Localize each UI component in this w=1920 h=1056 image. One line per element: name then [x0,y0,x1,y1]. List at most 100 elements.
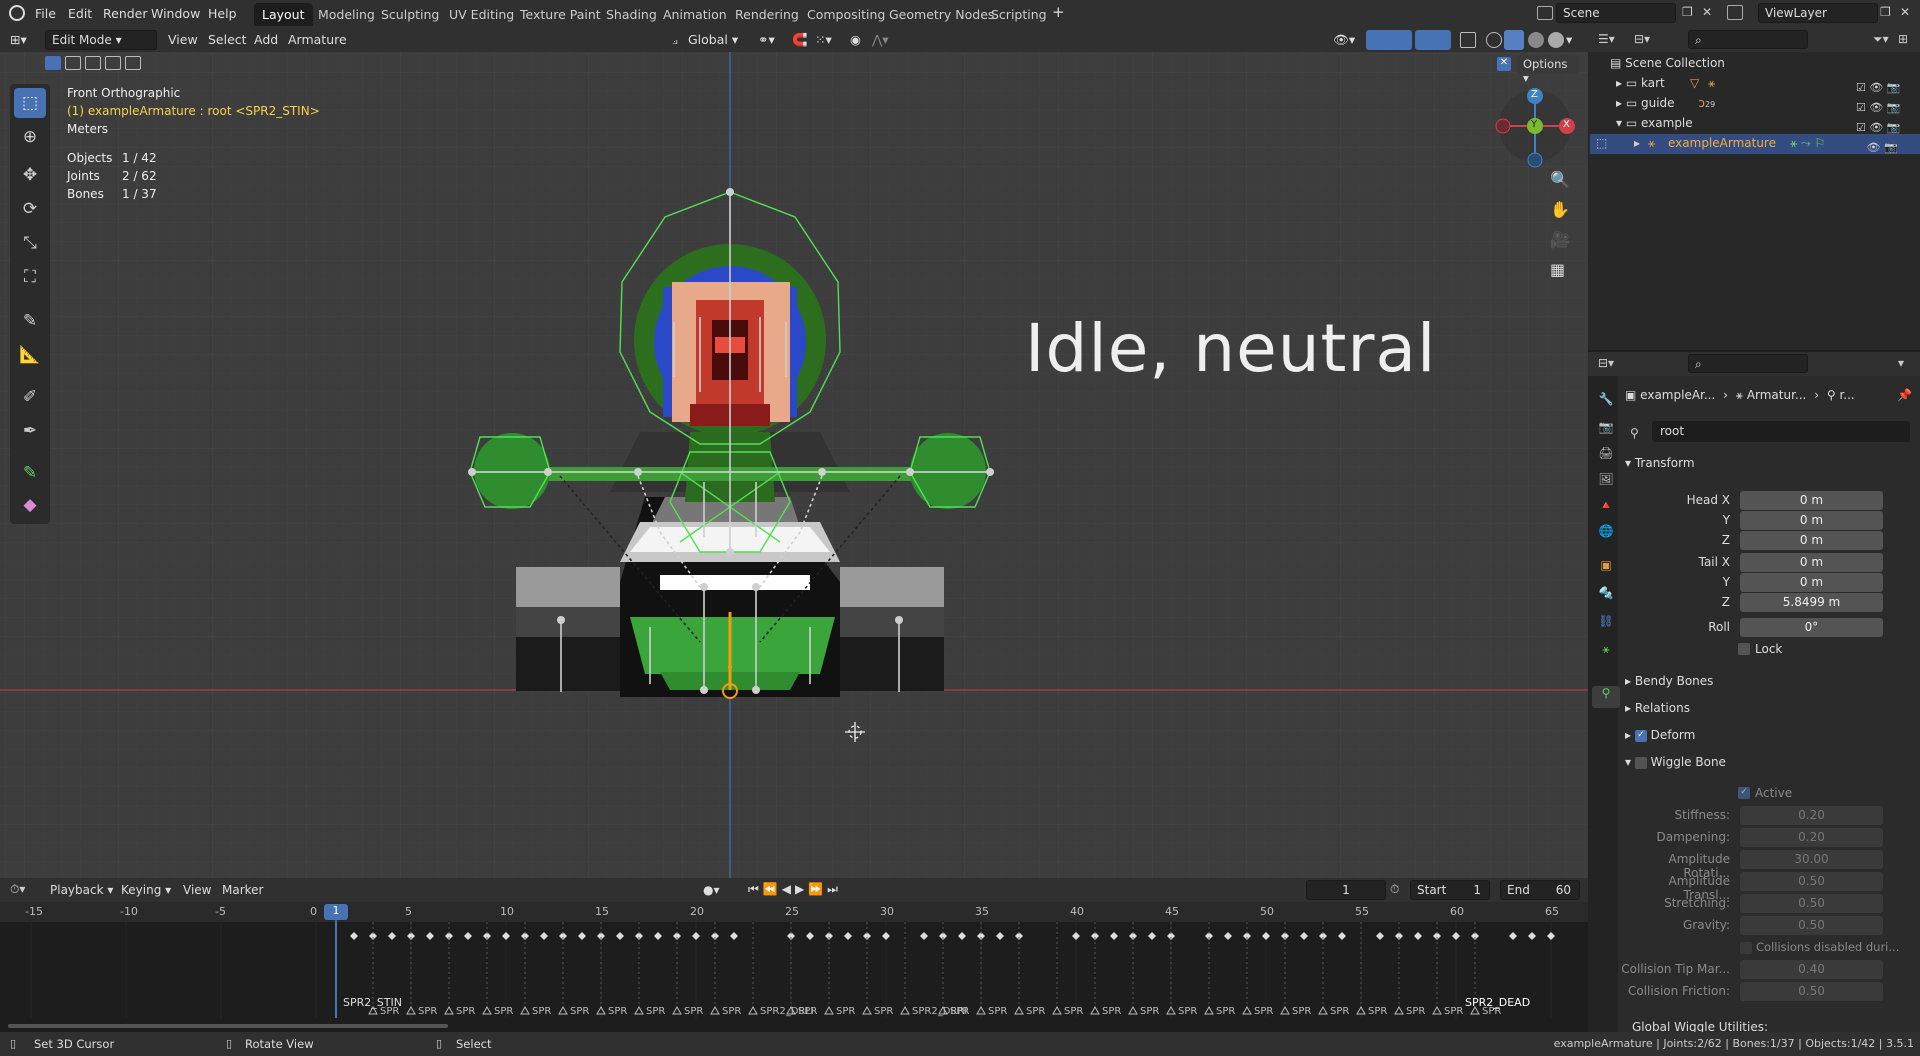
new-scene-icon[interactable]: ❐ [1682,5,1693,19]
marker-menu[interactable]: Marker [222,883,263,897]
cursor-tool-icon[interactable]: ⊕ [14,122,46,152]
select-invert-icon[interactable] [105,56,121,70]
marker-triangle[interactable] [1204,1005,1214,1015]
menu-window[interactable]: Window [151,6,200,21]
keyframe-diamond[interactable] [1072,932,1080,940]
keyframe-diamond[interactable] [578,932,586,940]
shading-options-icon[interactable]: ▾ [1566,32,1572,47]
frame-ruler[interactable]: -15 -10 -5 0 5 10 15 20 25 30 35 40 45 50 55 60 65 [0,902,1588,922]
move-tool-icon[interactable]: ✥ [14,160,46,190]
stiffness-field[interactable]: 0.20 [1740,806,1883,825]
relations-panel-header[interactable]: ▸ Relations [1625,701,1910,723]
pan-hand-icon[interactable]: ✋ [1550,200,1576,230]
amplitude-rotation-field[interactable]: 30.00 [1740,850,1883,869]
keyframe-diamond[interactable] [730,932,738,940]
select-intersect-icon[interactable] [125,56,141,70]
snap-icon[interactable]: 🧲 [792,32,808,48]
outliner-editor-icon[interactable]: ☰▾ [1598,32,1615,46]
new-collection-icon[interactable]: ⊞ [1898,32,1908,46]
marker-triangle[interactable] [482,1005,492,1015]
wiggle-active-checkbox[interactable]: ✓ [1738,787,1750,799]
keyframe-diamond[interactable] [692,932,700,940]
marker-triangle[interactable] [1394,1005,1404,1015]
keyframe-diamond[interactable] [350,932,358,940]
head-x-field[interactable]: 0 m [1740,491,1883,510]
visibility-icon[interactable]: 👁▾ [1333,32,1355,48]
bone-tab-icon[interactable]: ⚲ [1592,686,1620,708]
proportional-edit-icon[interactable]: ◉ [850,32,861,47]
marker-triangle[interactable] [672,1005,682,1015]
start-frame-field[interactable]: Start 1 [1410,880,1490,900]
grid-perspective-icon[interactable]: ▦ [1550,260,1576,290]
collisions-checkbox[interactable] [1740,942,1752,954]
scene-collection[interactable]: ▤ Scene Collection [1610,56,1725,70]
scene-tab-icon[interactable]: 🔺 [1596,498,1616,518]
tab-rendering[interactable]: Rendering [727,3,807,26]
snap-target-icon[interactable]: ⁙▾ [815,32,832,47]
camera-icon[interactable]: 🎥 [1550,230,1576,260]
marker-triangle[interactable] [1242,1005,1252,1015]
collision-friction-field[interactable]: 0.50 [1740,982,1883,1001]
menu-edit[interactable]: Edit [68,6,92,21]
menu-file[interactable]: File [35,6,56,21]
tab-modeling[interactable]: Modeling [310,3,383,26]
select-box-tool-icon[interactable]: ⬚ [14,88,46,118]
kart-toggles[interactable]: ☑ 👁 📷 [1856,78,1901,98]
deform-panel-header[interactable]: ▸ ✓ Deform [1625,728,1910,750]
rendered-shading-icon[interactable] [1548,32,1564,48]
playback-menu[interactable]: Playback ▾ [50,883,113,897]
properties-search-input[interactable]: ⌕ [1688,354,1808,373]
marker-triangle[interactable] [824,1005,834,1015]
menu-select[interactable]: Select [208,32,247,47]
timeline-view-menu[interactable]: View [183,883,211,897]
keyframe-diamond[interactable] [502,932,510,940]
options-close-icon[interactable]: ✕ [1497,57,1511,71]
keyframe-area[interactable]: SPR SPR SPR SPR SPR SPR SPR SPR SPR SPR SPR2_DRLIS… [0,922,1588,1018]
marker-triangle[interactable] [634,1005,644,1015]
marker-triangle[interactable] [748,1005,758,1015]
wireframe-shading-icon[interactable] [1486,32,1502,48]
world-tab-icon[interactable]: 🌐 [1596,524,1616,544]
xray-icon[interactable] [1460,32,1476,48]
keyframe-diamond[interactable] [1528,932,1536,940]
mode-dropdown[interactable]: Edit Mode ▾ [45,30,157,50]
transform-orientation-dropdown[interactable]: Global ▾ [688,32,738,47]
view-layer-icon[interactable] [1727,5,1743,20]
expand-icon[interactable]: ▸ [1634,136,1640,150]
edit-mode-icon[interactable]: ⬚ [1596,136,1607,150]
keyframe-diamond[interactable] [426,932,434,940]
output-tab-icon[interactable]: 🖨 [1596,446,1616,466]
preview-range-icon[interactable]: ⏱ [1390,882,1399,897]
gizmo-toggle[interactable] [1366,30,1412,50]
keyframe-diamond[interactable] [1452,932,1460,940]
outliner-item-guide[interactable]: ▸ ▭ guide ↄ29 [1616,96,1715,110]
marker-triangle[interactable] [520,1005,530,1015]
add-workspace-icon[interactable]: + [1052,3,1065,21]
current-frame-field[interactable]: 1 [1306,880,1386,900]
select-extend-icon[interactable] [65,56,81,70]
keyframe-diamond[interactable] [958,932,966,940]
view-layer-field[interactable]: ViewLayer [1758,3,1878,23]
tab-layout[interactable]: Layout [254,3,313,26]
stretching-field[interactable]: 0.50 [1740,894,1883,913]
keyframe-diamond[interactable] [540,932,548,940]
material-shading-icon[interactable] [1528,32,1544,48]
marker-triangle[interactable] [900,1005,910,1015]
marker-triangle[interactable] [1090,1005,1100,1015]
keyframe-diamond[interactable] [1262,932,1270,940]
armature-data-tab-icon[interactable]: ⚹ [1596,642,1616,662]
bone-name-field[interactable]: root [1652,421,1910,442]
collision-tip-margin-field[interactable]: 0.40 [1740,960,1883,979]
playhead[interactable]: 1 [324,904,348,920]
auto-keying-icon[interactable]: ●▾ [703,883,720,897]
keyframe-diamond[interactable] [1338,932,1346,940]
keyframe-diamond[interactable] [1376,932,1384,940]
select-new-icon[interactable] [45,56,61,70]
wiggle-bone-panel-header[interactable]: ▾ Wiggle Bone [1625,755,1910,777]
marker-spr2-dead[interactable]: SPR2_DEAD [1465,996,1530,1009]
annotate-tool-icon[interactable]: ✎ [14,306,46,336]
overlay-toggle[interactable] [1415,30,1451,50]
deform-checkbox[interactable]: ✓ [1634,729,1647,742]
extrude-tool-icon[interactable]: ✎ [14,458,46,488]
bone-envelope-tool-icon[interactable]: ◆ [14,490,46,520]
